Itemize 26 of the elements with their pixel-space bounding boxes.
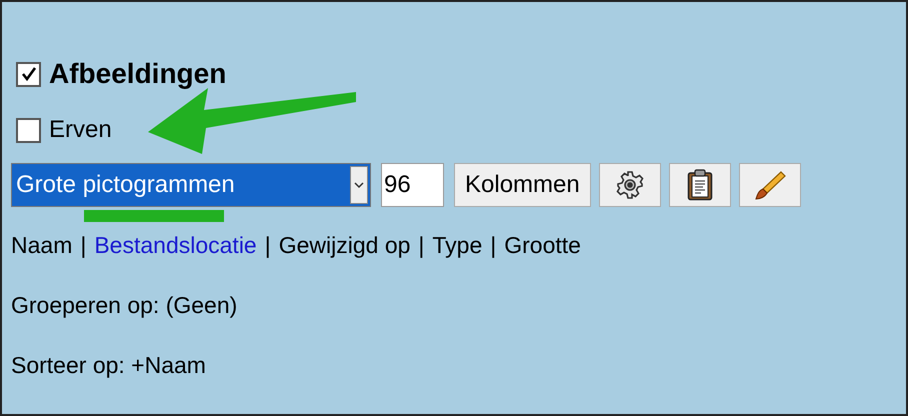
- separator: |: [418, 231, 424, 260]
- clipboard-button[interactable]: [668, 163, 731, 207]
- column-link[interactable]: Grootte: [504, 228, 581, 262]
- sort-by-label: Sorteer op: +Naam: [11, 351, 207, 380]
- columns-button[interactable]: Kolommen: [454, 163, 591, 207]
- separator: |: [80, 231, 86, 260]
- view-dropdown[interactable]: Grote pictogrammen: [11, 163, 371, 207]
- brush-button[interactable]: [738, 163, 801, 207]
- separator: |: [490, 231, 496, 260]
- column-link[interactable]: Naam: [11, 228, 72, 262]
- settings-icon: [614, 170, 645, 200]
- separator: |: [264, 231, 271, 260]
- clipboard-icon: [686, 169, 713, 201]
- checkmark-icon: [20, 66, 36, 82]
- checkbox[interactable]: [16, 118, 41, 142]
- section-title: Afbeeldingen: [49, 57, 226, 91]
- group-by-label: Groeperen op: (Geen): [11, 290, 238, 320]
- checkbox[interactable]: [16, 62, 41, 86]
- settings-button[interactable]: [598, 163, 661, 207]
- brush-icon: [754, 169, 786, 201]
- column-link[interactable]: Type: [432, 228, 482, 262]
- chevron-down-icon: [350, 166, 368, 204]
- column-link[interactable]: Bestandslocatie: [94, 228, 257, 262]
- column-link[interactable]: Gewijzigd op: [278, 228, 410, 262]
- checkbox-label: Erven: [49, 115, 112, 145]
- size-field[interactable]: 96: [381, 163, 444, 207]
